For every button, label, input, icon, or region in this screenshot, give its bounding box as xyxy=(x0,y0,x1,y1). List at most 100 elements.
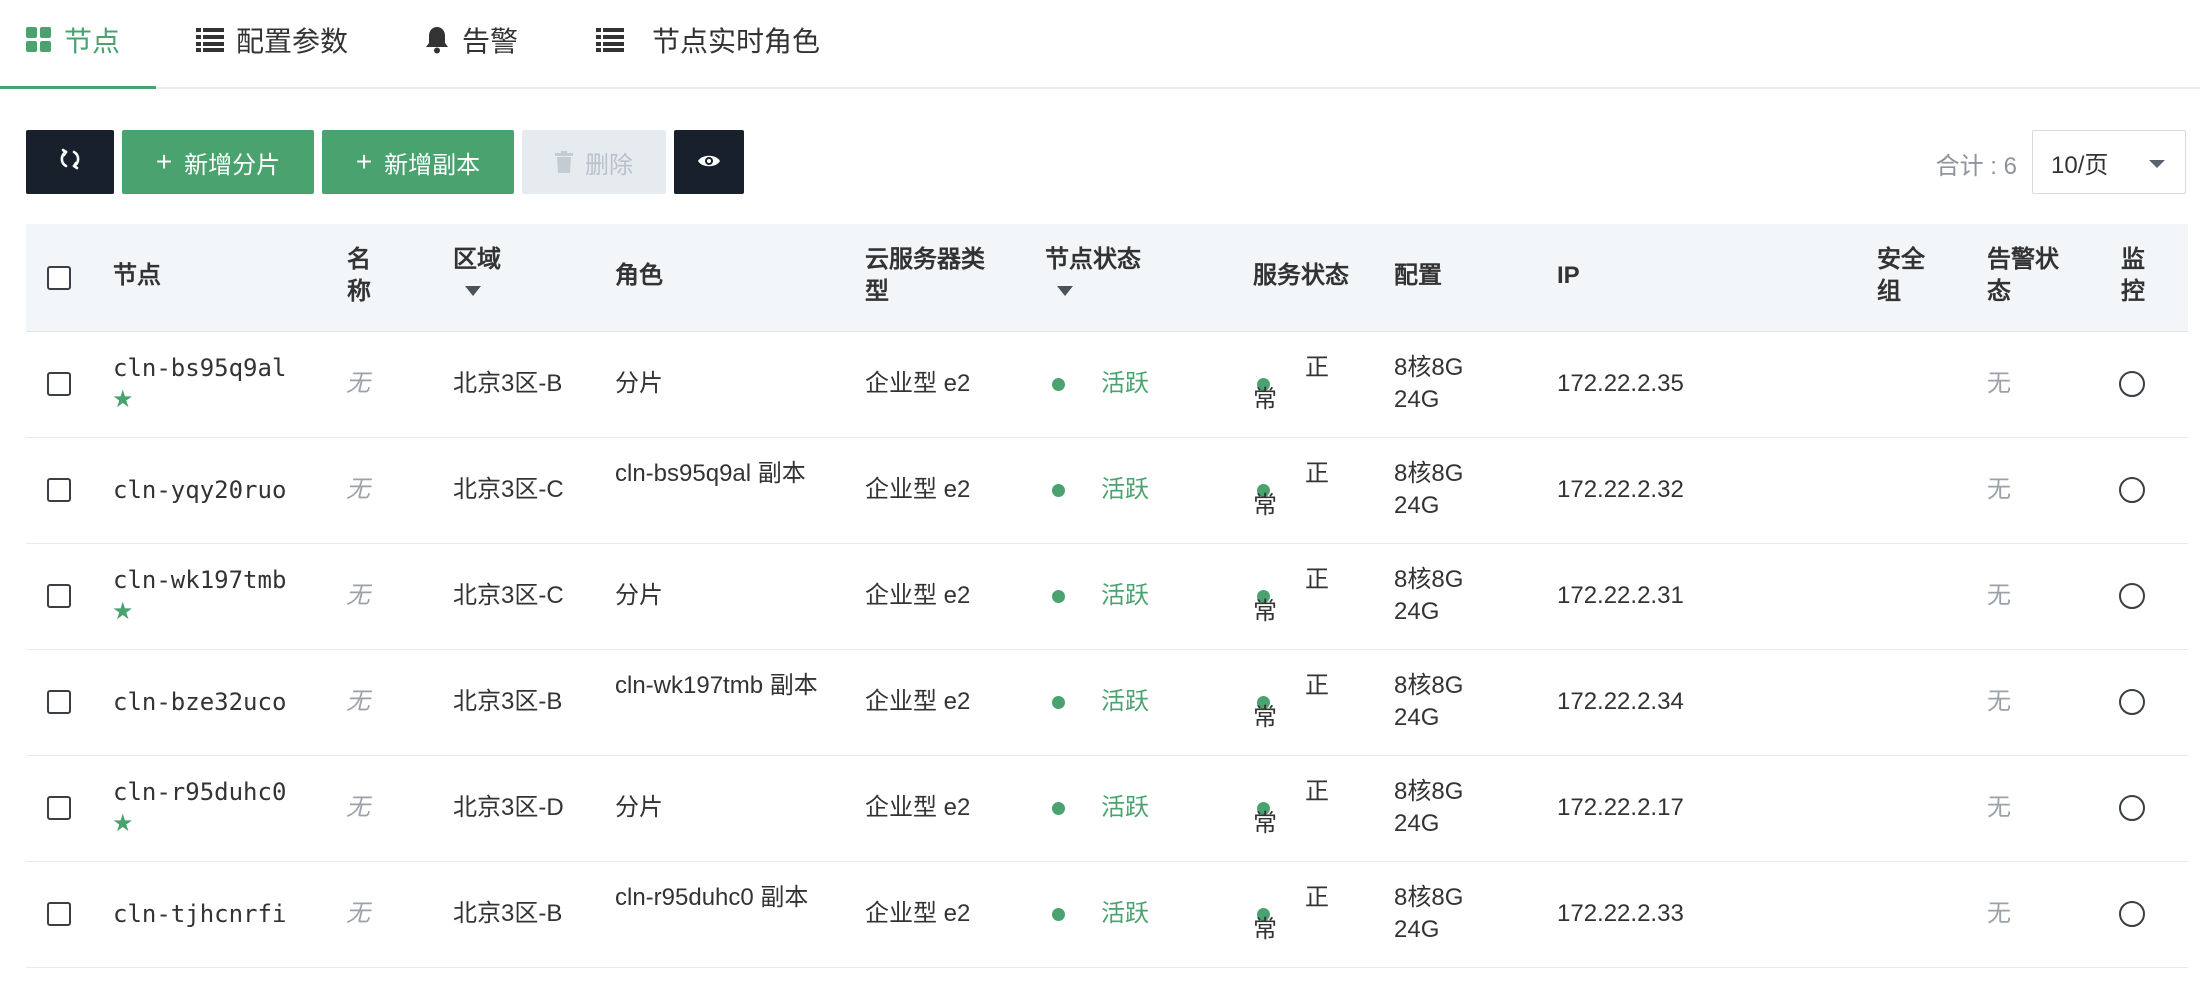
server-type: 企业型 e2 xyxy=(865,688,971,715)
row-checkbox[interactable] xyxy=(47,478,71,502)
node-zone: 北京3区-B xyxy=(453,688,563,715)
add-replica-button[interactable]: + 新增副本 xyxy=(322,130,514,194)
node-role: cln-bs95q9al 副本 xyxy=(615,460,806,487)
nodes-table: 节点 名称 区域 角色 云服务器类型 节点状态 服务状态 配置 IP 安全组 告… xyxy=(26,224,2188,968)
row-checkbox[interactable] xyxy=(47,584,71,608)
node-config: 8核8G 24G xyxy=(1394,778,1464,837)
col-monitor: 监控 xyxy=(2121,246,2145,305)
eye-icon xyxy=(697,148,721,176)
node-name: 无 xyxy=(346,688,370,715)
table-header: 节点 名称 区域 角色 云服务器类型 节点状态 服务状态 配置 IP 安全组 告… xyxy=(26,224,2188,332)
plus-icon: + xyxy=(155,146,173,177)
service-status-text-2: 常 xyxy=(1253,598,1277,625)
service-status-text-2: 常 xyxy=(1253,916,1277,943)
table-row[interactable]: cln-r95duhc0 ★ 无 北京3区-D 分片 企业型 e2 活跃 正常 8核8G 24G… xyxy=(26,756,2188,862)
active-tab-indicator xyxy=(0,86,156,89)
node-config: 8核8G 24G xyxy=(1394,460,1464,519)
sort-down-icon[interactable] xyxy=(1057,286,1073,296)
col-ip: IP xyxy=(1557,262,1580,289)
node-role: cln-wk197tmb 副本 xyxy=(615,672,818,699)
node-ip: 172.22.2.17 xyxy=(1557,794,1684,821)
select-all-checkbox[interactable] xyxy=(47,266,71,290)
view-button[interactable] xyxy=(674,130,744,194)
alarm-status: 无 xyxy=(1987,900,2011,927)
monitor-radio[interactable] xyxy=(2119,901,2145,927)
node-role: cln-r95duhc0 副本 xyxy=(615,884,809,911)
table-row[interactable]: cln-bs95q9al ★ 无 北京3区-B 分片 企业型 e2 活跃 正常 8核8G 24G… xyxy=(26,332,2188,438)
table-row[interactable]: cln-tjhcnrfi 无 北京3区-B cln-r95duhc0 副本企业型 e2… xyxy=(26,862,2188,968)
sort-down-icon[interactable] xyxy=(465,286,481,296)
node-id[interactable]: cln-wk197tmb xyxy=(113,564,286,596)
node-status: 活跃 xyxy=(1101,688,1149,715)
row-checkbox[interactable] xyxy=(47,372,71,396)
add-shard-label: 新增分片 xyxy=(184,151,281,179)
refresh-icon xyxy=(58,147,82,178)
row-checkbox[interactable] xyxy=(47,690,71,714)
node-status: 活跃 xyxy=(1101,582,1149,609)
tab-label: 告警 xyxy=(462,26,519,57)
table-row[interactable]: cln-bze32uco 无 北京3区-B cln-wk197tmb 副本企业型 e2… xyxy=(26,650,2188,756)
service-status-text-1: 正 xyxy=(1305,566,1329,593)
add-shard-button[interactable]: + 新增分片 xyxy=(122,130,314,194)
col-service-status: 服务状态 xyxy=(1253,262,1349,289)
plus-icon: + xyxy=(355,146,373,177)
col-zone-header[interactable]: 区域 xyxy=(453,244,501,296)
node-config: 8核8G 24G xyxy=(1394,354,1464,413)
tab-alarms[interactable]: 告警 xyxy=(424,14,518,66)
service-status-text-1: 正 xyxy=(1305,672,1329,699)
node-status: 活跃 xyxy=(1101,370,1149,397)
node-ip: 172.22.2.33 xyxy=(1557,900,1684,927)
node-zone: 北京3区-B xyxy=(453,900,563,927)
row-checkbox[interactable] xyxy=(47,796,71,820)
col-server-type: 云服务器类型 xyxy=(865,246,985,305)
node-status-dot xyxy=(1052,686,1065,718)
row-checkbox[interactable] xyxy=(47,902,71,926)
refresh-button[interactable] xyxy=(26,130,114,194)
node-zone: 北京3区-C xyxy=(453,476,564,503)
col-node-status-header[interactable]: 节点状态 xyxy=(1045,244,1141,296)
tab-realtime-roles[interactable]: 节点实时角色 xyxy=(596,14,820,66)
node-name: 无 xyxy=(346,370,370,397)
primary-star-icon: ★ xyxy=(112,598,134,625)
monitor-radio[interactable] xyxy=(2119,795,2145,821)
col-config: 配置 xyxy=(1394,262,1442,289)
server-type: 企业型 e2 xyxy=(865,370,971,397)
node-ip: 172.22.2.35 xyxy=(1557,370,1684,397)
monitor-radio[interactable] xyxy=(2119,583,2145,609)
node-status-dot xyxy=(1052,368,1065,400)
total-count: 合计 : 6 xyxy=(1935,153,2017,180)
page-size-value: 10/页 xyxy=(2051,151,2109,179)
node-id[interactable]: cln-r95duhc0 xyxy=(113,776,286,808)
node-zone: 北京3区-C xyxy=(453,582,564,609)
col-role: 角色 xyxy=(615,262,663,289)
service-status-text-2: 常 xyxy=(1253,810,1277,837)
node-id[interactable]: cln-bs95q9al xyxy=(113,352,286,384)
col-zone: 区域 xyxy=(453,246,501,273)
bell-icon xyxy=(424,26,450,54)
node-zone: 北京3区-B xyxy=(453,370,563,397)
node-role: 分片 xyxy=(615,370,663,397)
delete-button[interactable]: 删除 xyxy=(522,130,666,194)
monitor-radio[interactable] xyxy=(2119,371,2145,397)
monitor-radio[interactable] xyxy=(2119,477,2145,503)
service-status-text-1: 正 xyxy=(1305,460,1329,487)
node-ip: 172.22.2.31 xyxy=(1557,582,1684,609)
table-row[interactable]: cln-yqy20ruo 无 北京3区-C cln-bs95q9al 副本 企业型 e2… xyxy=(26,438,2188,544)
add-replica-label: 新增副本 xyxy=(384,151,481,179)
node-id[interactable]: cln-tjhcnrfi xyxy=(113,898,286,930)
node-id[interactable]: cln-yqy20ruo xyxy=(113,474,286,506)
node-status: 活跃 xyxy=(1101,900,1149,927)
node-id[interactable]: cln-bze32uco xyxy=(113,686,286,718)
page-size-select[interactable]: 10/页 xyxy=(2032,130,2186,194)
service-status-text-1: 正 xyxy=(1305,884,1329,911)
trash-icon xyxy=(555,151,573,173)
tab-nodes[interactable]: 节点 xyxy=(26,14,120,66)
node-name: 无 xyxy=(346,900,370,927)
table-row[interactable]: cln-wk197tmb ★ 无 北京3区-C 分片 企业型 e2 活跃 正常 8核8G 24G… xyxy=(26,544,2188,650)
tab-label: 节点实时角色 xyxy=(652,26,821,57)
node-status-dot xyxy=(1052,792,1065,824)
tab-bar: 节点 配置参数 告警 节点实时角色 xyxy=(0,0,2200,89)
server-type: 企业型 e2 xyxy=(865,900,971,927)
monitor-radio[interactable] xyxy=(2119,689,2145,715)
tab-config-params[interactable]: 配置参数 xyxy=(196,14,348,66)
